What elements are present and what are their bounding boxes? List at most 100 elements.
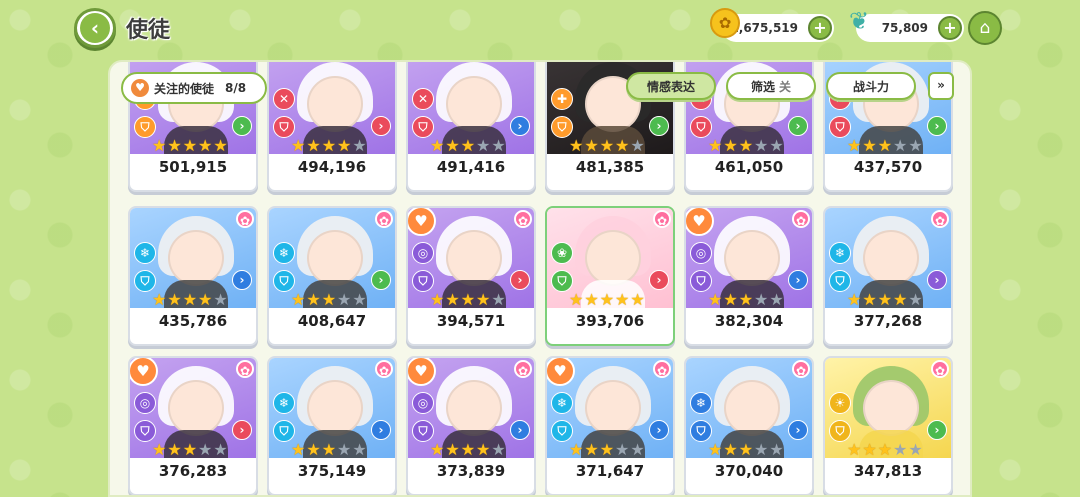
apostle-card[interactable]: ❄ ⛉ › ✿ ★ ★ ★ ★ ★ 435,786 — [128, 206, 258, 346]
star-empty-icon: ★ — [337, 440, 352, 459]
emotion-button[interactable]: 情感表达 — [626, 72, 716, 100]
star-filled-icon: ★ — [321, 290, 337, 309]
star-filled-icon: ★ — [321, 440, 337, 459]
combat-power-value: 376,283 — [158, 462, 228, 480]
sort-order-button[interactable]: » — [928, 72, 954, 100]
star-empty-icon: ★ — [630, 440, 645, 459]
combat-power-value: 373,839 — [436, 462, 506, 480]
star-filled-icon: ★ — [847, 290, 862, 309]
heart-icon: ♥ — [131, 79, 149, 97]
combat-power-value: 370,040 — [714, 462, 784, 480]
role-arrow-icon: › — [510, 270, 530, 290]
role-arrow-icon: › — [371, 270, 391, 290]
role-arrow-icon: › — [788, 270, 808, 290]
followed-apostles-toggle[interactable]: ♥ 关注的使徒 8/8 — [121, 72, 267, 104]
class-icon: ⛉ — [690, 420, 712, 442]
flower-badge-icon: ✿ — [375, 210, 393, 228]
favorite-heart-icon: ♥ — [547, 358, 575, 386]
star-filled-icon: ★ — [723, 440, 738, 459]
apostle-card[interactable]: ◎ ⛉ › ♥ ✿ ★ ★ ★ ★ ★ 376,283 — [128, 356, 258, 495]
star-empty-icon: ★ — [630, 136, 645, 155]
apostle-card[interactable]: ❀ ⛉ › ✿ ★ ★ ★ ★ ★ 393,706 — [545, 206, 675, 346]
coin-balance: ✿ 1,675,519 + — [710, 8, 834, 42]
star-filled-icon: ★ — [182, 440, 198, 459]
apostle-card[interactable]: ☀ ⛉ › ✿ ★ ★ ★ ★ ★ 347,813 — [823, 356, 953, 495]
star-filled-icon: ★ — [167, 290, 182, 309]
favorite-heart-icon: ♥ — [408, 358, 436, 386]
flower-badge-icon: ✿ — [653, 360, 671, 378]
star-filled-icon: ★ — [445, 440, 460, 459]
apostle-card[interactable]: ◎ ⛉ › ♥ ✿ ★ ★ ★ ★ ★ 373,839 — [406, 356, 536, 495]
star-filled-icon: ★ — [476, 440, 491, 459]
star-rating: ★ ★ ★ ★ ★ — [847, 292, 923, 308]
star-filled-icon: ★ — [198, 290, 213, 309]
star-empty-icon: ★ — [352, 136, 367, 155]
star-filled-icon: ★ — [306, 136, 321, 155]
apostle-card[interactable]: ❄ ⛉ › ♥ ✿ ★ ★ ★ ★ ★ 371,647 — [545, 356, 675, 495]
star-filled-icon: ★ — [167, 440, 182, 459]
flower-badge-icon: ✿ — [514, 360, 532, 378]
star-rating: ★ ★ ★ ★ ★ — [847, 442, 923, 458]
star-rating: ★ ★ ★ ★ ★ — [569, 138, 645, 154]
star-filled-icon: ★ — [615, 136, 630, 155]
portrait-face — [724, 230, 780, 286]
snow-element-icon: ❄ — [273, 242, 295, 264]
combat-power-value: 408,647 — [297, 312, 367, 330]
star-empty-icon: ★ — [213, 290, 228, 309]
portrait-face — [724, 380, 780, 436]
portrait-face — [446, 230, 502, 286]
star-empty-icon: ★ — [754, 290, 769, 309]
star-filled-icon: ★ — [430, 290, 445, 309]
flower-badge-icon: ✿ — [931, 360, 949, 378]
swirl-element-icon: ◎ — [412, 392, 434, 414]
star-empty-icon: ★ — [908, 290, 923, 309]
role-arrow-icon: › — [232, 116, 252, 136]
star-empty-icon: ★ — [198, 440, 213, 459]
class-icon: ⛉ — [134, 270, 156, 292]
leaf-element-icon: ❀ — [551, 242, 573, 264]
class-icon: ⛉ — [690, 270, 712, 292]
role-arrow-icon: › — [927, 116, 947, 136]
combat-power-sort-button[interactable]: 战斗力 — [826, 72, 916, 100]
star-filled-icon: ★ — [167, 136, 182, 155]
apostle-card[interactable]: ❄ ⛉ › ✿ ★ ★ ★ ★ ★ 377,268 — [823, 206, 953, 346]
apostle-card[interactable]: ❄ ⛉ › ✿ ★ ★ ★ ★ ★ 375,149 — [267, 356, 397, 495]
swirl-element-icon: ◎ — [134, 392, 156, 414]
add-coins-button[interactable]: + — [808, 16, 832, 40]
apostle-card[interactable]: ◎ ⛉ › ♥ ✿ ★ ★ ★ ★ ★ 382,304 — [684, 206, 814, 346]
star-rating: ★ ★ ★ ★ ★ — [291, 138, 367, 154]
star-filled-icon: ★ — [445, 290, 460, 309]
home-button[interactable]: ⌂ — [968, 11, 1002, 45]
flower-badge-icon: ✿ — [236, 210, 254, 228]
star-empty-icon: ★ — [337, 290, 352, 309]
class-icon: ⛉ — [273, 270, 295, 292]
star-filled-icon: ★ — [152, 136, 167, 155]
portrait-face — [168, 380, 224, 436]
apostle-card[interactable]: ❄ ⛉ › ✿ ★ ★ ★ ★ ★ 370,040 — [684, 356, 814, 495]
snow-element-icon: ❄ — [551, 392, 573, 414]
star-filled-icon: ★ — [584, 136, 599, 155]
class-icon: ⛉ — [412, 116, 434, 138]
flower-badge-icon: ✿ — [792, 210, 810, 228]
role-arrow-icon: › — [649, 420, 669, 440]
snow-element-icon: ❄ — [273, 392, 295, 414]
star-filled-icon: ★ — [569, 136, 584, 155]
apostle-card[interactable]: ❄ ⛉ › ✿ ★ ★ ★ ★ ★ 408,647 — [267, 206, 397, 346]
followed-label: 关注的使徒 — [154, 81, 215, 96]
add-gems-button[interactable]: + — [938, 16, 962, 40]
back-button[interactable]: ‹ — [74, 8, 116, 48]
snow-element-icon: ❄ — [690, 392, 712, 414]
apostle-grid: ✚⛉›★★★★★501,915✕⛉›★★★★★494,196✕⛉›★★★★★49… — [128, 62, 958, 495]
star-filled-icon: ★ — [708, 290, 723, 309]
star-filled-icon: ★ — [723, 290, 738, 309]
apostle-card[interactable]: ◎ ⛉ › ♥ ✿ ★ ★ ★ ★ ★ 394,571 — [406, 206, 536, 346]
class-icon: ⛉ — [273, 420, 295, 442]
star-filled-icon: ★ — [584, 290, 599, 309]
star-empty-icon: ★ — [352, 440, 367, 459]
star-empty-icon: ★ — [213, 440, 228, 459]
star-filled-icon: ★ — [291, 290, 306, 309]
star-empty-icon: ★ — [754, 136, 769, 155]
star-rating: ★ ★ ★ ★ ★ — [569, 442, 645, 458]
filter-button[interactable]: 筛选 关 — [726, 72, 816, 100]
star-filled-icon: ★ — [723, 136, 738, 155]
